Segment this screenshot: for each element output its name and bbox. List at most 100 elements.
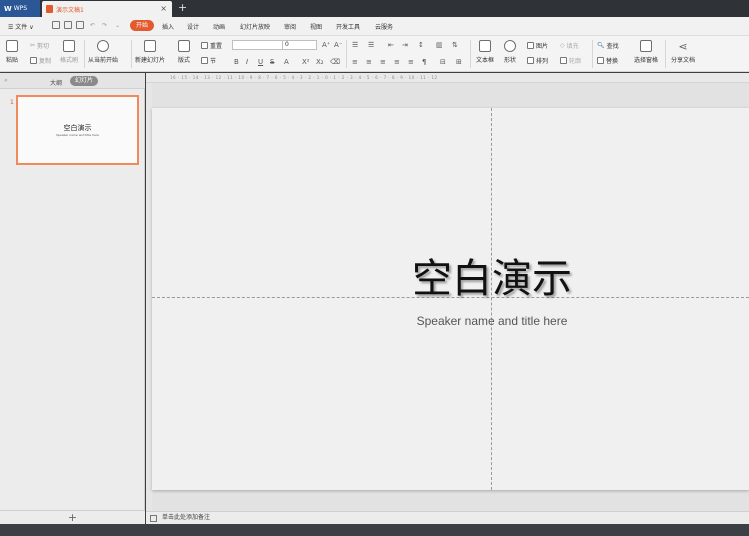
share-icon: ⋖ [678, 40, 688, 53]
tab-slides[interactable]: 幻灯片 [70, 76, 98, 86]
find-button[interactable]: 🔍︎ 查找 [597, 41, 619, 50]
vertical-align-icon[interactable]: ⊟ [440, 58, 446, 66]
title-bar: W WPS 演示文稿1 × + [0, 0, 749, 17]
new-slide-icon [144, 40, 156, 52]
file-menu[interactable]: ☰ 文件 ∨ [8, 22, 34, 31]
tab-slideshow[interactable]: 幻灯片放映 [240, 22, 270, 31]
divider [470, 40, 471, 68]
select-pane-button[interactable]: 选择窗格 [634, 40, 658, 64]
new-slide-button[interactable]: 新建幻灯片 [135, 40, 165, 64]
font-name-dropdown[interactable] [232, 40, 284, 50]
format-painter-icon [63, 40, 75, 52]
paste-button[interactable]: 粘贴 [6, 40, 18, 64]
replace-icon [597, 57, 604, 64]
tab-developer[interactable]: 开发工具 [336, 22, 360, 31]
shape-icon [504, 40, 516, 52]
layout-icon [178, 40, 190, 52]
notes-icon [150, 515, 157, 522]
bullet-list-icon[interactable]: ☰ [352, 41, 358, 49]
close-tab-icon[interactable]: × [160, 4, 167, 13]
columns-icon[interactable]: ▥ [436, 41, 443, 49]
replace-button[interactable]: 替换 [597, 56, 618, 65]
underline-icon[interactable]: U [258, 58, 263, 66]
undo-icon[interactable]: ↶ [90, 22, 95, 29]
from-current-slide-button[interactable]: 从当前开始 [88, 40, 118, 64]
wps-tab-label: WPS [13, 5, 28, 12]
slide-title[interactable]: 空白演示 [152, 246, 749, 304]
slide-thumbnail[interactable]: 空白演示 Speaker name and title here [16, 95, 139, 165]
quick-access-more-icon[interactable]: ⌄ [115, 22, 120, 29]
bold-icon[interactable]: B [234, 58, 239, 66]
tab-outline[interactable]: 大纲 [50, 78, 62, 87]
paste-label: 粘贴 [6, 57, 19, 64]
section-button[interactable]: 节 [201, 56, 216, 65]
layout-label: 版式 [178, 57, 191, 64]
thumbnail-subtitle: Speaker name and title here [56, 133, 99, 137]
text-fit-icon[interactable]: ⊞ [456, 58, 462, 66]
new-slide-label: 新建幻灯片 [135, 57, 166, 64]
text-direction-icon[interactable]: ⇅ [452, 41, 458, 49]
justify-icon[interactable]: ≡ [394, 58, 400, 66]
arrange-button[interactable]: 排列 [527, 56, 548, 65]
wps-app-tab[interactable]: W WPS [0, 0, 40, 17]
font-color-icon[interactable]: A [284, 58, 289, 66]
slide-number: 1 [10, 99, 14, 106]
divider [346, 40, 347, 68]
align-center-icon[interactable]: ≡ [366, 58, 372, 66]
shrink-font-icon[interactable]: A⁻ [334, 41, 342, 49]
shape-button[interactable]: 形状 [504, 40, 516, 64]
slide-subtitle[interactable]: Speaker name and title here [152, 314, 749, 328]
strikethrough-icon[interactable]: S [270, 58, 274, 66]
align-right-icon[interactable]: ≡ [380, 58, 386, 66]
tab-review[interactable]: 审阅 [284, 22, 296, 31]
find-label: 查找 [606, 43, 619, 50]
outline-icon [560, 57, 567, 64]
increase-indent-icon[interactable]: ⇥ [402, 41, 408, 49]
copy-button[interactable]: 复制 [30, 56, 51, 65]
align-left-icon[interactable]: ≡ [352, 58, 358, 66]
tab-view[interactable]: 视图 [310, 22, 322, 31]
save-icon[interactable] [52, 21, 60, 29]
print-preview-icon[interactable] [76, 21, 84, 29]
tab-home[interactable]: 开始 [130, 20, 154, 31]
layout-button[interactable]: 版式 [178, 40, 190, 64]
format-painter-label: 格式刷 [60, 57, 79, 64]
print-icon[interactable] [64, 21, 72, 29]
cut-label: 剪切 [37, 43, 50, 50]
new-tab-button[interactable]: + [178, 1, 187, 14]
decrease-indent-icon[interactable]: ⇤ [388, 41, 394, 49]
cut-button[interactable]: ✂ 剪切 [30, 41, 49, 50]
collapse-panel-icon[interactable]: « [4, 77, 8, 84]
font-size-dropdown[interactable]: 0 [282, 40, 317, 50]
numbered-list-icon[interactable]: ☰ [368, 41, 374, 49]
tab-cloud-service[interactable]: 云服务 [375, 22, 393, 31]
share-document-button[interactable]: ⋖ 分享文档 [671, 40, 695, 64]
add-slide-button[interactable]: + [0, 510, 145, 524]
reset-button[interactable]: 重置 [201, 41, 222, 50]
tab-animation[interactable]: 动画 [213, 22, 225, 31]
paragraph-icon[interactable]: ¶ [422, 58, 426, 66]
notes-bar[interactable]: 单击此处添加备注 [146, 511, 749, 524]
tab-design[interactable]: 设计 [187, 22, 199, 31]
presentation-doc-icon [46, 5, 53, 13]
divider [131, 40, 132, 68]
clear-format-icon[interactable]: ⌫ [330, 58, 340, 66]
subscript-icon[interactable]: X₂ [316, 58, 324, 66]
slide-editor[interactable]: 空白演示 Speaker name and title here [152, 108, 749, 490]
redo-icon[interactable]: ↷ [102, 22, 107, 29]
document-tab[interactable]: 演示文稿1 × [42, 1, 172, 17]
superscript-icon[interactable]: X² [302, 58, 310, 66]
format-painter-button[interactable]: 格式刷 [60, 40, 78, 64]
fill-button[interactable]: ◇ 填充 [560, 41, 579, 50]
tab-insert[interactable]: 插入 [162, 22, 174, 31]
outline-button[interactable]: 轮廓 [560, 56, 581, 65]
distribute-icon[interactable]: ≡ [408, 58, 414, 66]
italic-icon[interactable]: I [246, 58, 248, 66]
grow-font-icon[interactable]: A⁺ [322, 41, 330, 49]
notes-placeholder[interactable]: 单击此处添加备注 [162, 514, 210, 521]
line-spacing-icon[interactable]: ↕ [418, 41, 424, 49]
play-icon [97, 40, 109, 52]
text-box-button[interactable]: 文本框 [476, 40, 494, 64]
picture-button[interactable]: 图片 [527, 41, 548, 50]
outline-label: 轮廓 [569, 58, 582, 65]
